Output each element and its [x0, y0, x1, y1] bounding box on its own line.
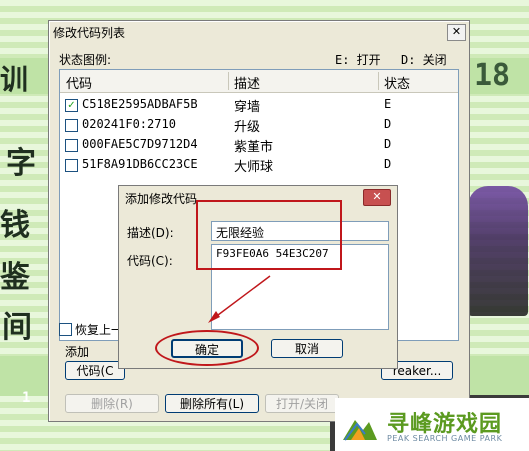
row-desc: 大师球 [234, 160, 274, 175]
list-header: 代码 描述 状态 [60, 70, 458, 93]
background-text: 训 [0, 63, 29, 96]
row-desc: 穿墙 [234, 100, 261, 115]
column-header-code[interactable]: 代码 [66, 73, 92, 92]
window-title: 修改代码列表 [53, 26, 126, 40]
dialog-title: 添加修改代码 [125, 192, 198, 206]
row-checkbox[interactable]: ✓ [65, 99, 78, 112]
column-divider[interactable] [378, 72, 379, 90]
background-text: 18 [474, 58, 511, 93]
code-button[interactable]: 代码(C [65, 361, 125, 380]
remove-button[interactable]: 删除(R) [65, 394, 159, 413]
table-row[interactable]: 000FAE5C7D9712D4 紫堇市 D [60, 135, 458, 155]
status-legend: 状态图例: E: 打开 D: 关闭 [59, 51, 459, 67]
character-sprite [468, 186, 528, 316]
cancel-button[interactable]: 取消 [271, 339, 343, 358]
table-row[interactable]: ✓ C518E2595ADBAF5B 穿墙 E [60, 95, 458, 115]
toggle-button[interactable]: 打开/关闭 [265, 394, 339, 413]
background-text: 间 [2, 310, 32, 345]
arrow-icon [208, 275, 271, 323]
code-label: 代码(C): [127, 254, 173, 268]
row-code: C518E2595ADBAF5B [82, 97, 198, 111]
background-text: 1 [22, 390, 31, 406]
background-text: 鉴 [0, 260, 30, 295]
restore-label: 恢复上一 [75, 323, 124, 337]
background-text: 钱 [0, 208, 30, 243]
row-code: 020241F0:2710 [82, 117, 176, 131]
add-group-label: 添加 [65, 345, 90, 359]
background-text: 字 [6, 146, 36, 181]
legend-label: 状态图例: [59, 53, 112, 67]
legend-off: D: 关闭 [401, 53, 447, 67]
row-state: E [384, 97, 392, 111]
highlight-box [196, 200, 342, 270]
mountain-logo-icon [343, 420, 377, 441]
watermark: 寻峰游戏园 PEAK SEARCH GAME PARK [335, 398, 529, 451]
checkbox-box[interactable] [59, 323, 72, 336]
row-code: 000FAE5C7D9712D4 [82, 137, 198, 151]
row-checkbox[interactable] [65, 139, 78, 152]
table-row[interactable]: 020241F0:2710 升级 D [60, 115, 458, 135]
column-header-desc[interactable]: 描述 [234, 73, 260, 92]
close-icon[interactable]: ✕ [363, 189, 391, 206]
column-header-state[interactable]: 状态 [384, 73, 410, 92]
remove-all-button[interactable]: 删除所有(L) [165, 394, 259, 413]
row-checkbox[interactable] [65, 159, 78, 172]
row-desc: 紫堇市 [234, 140, 274, 155]
close-icon[interactable]: ✕ [447, 24, 466, 41]
row-state: D [384, 157, 392, 171]
table-row[interactable]: 51F8A91DB6CC23CE 大师球 D [60, 155, 458, 175]
column-divider[interactable] [228, 72, 229, 90]
watermark-subtitle: PEAK SEARCH GAME PARK [387, 434, 503, 443]
row-checkbox[interactable] [65, 119, 78, 132]
row-state: D [384, 117, 392, 131]
legend-on: E: 打开 [335, 53, 381, 67]
desc-label: 描述(D): [127, 226, 174, 240]
row-desc: 升级 [234, 120, 261, 135]
row-state: D [384, 137, 392, 151]
row-code: 51F8A91DB6CC23CE [82, 157, 198, 171]
highlight-ellipse [155, 330, 259, 366]
